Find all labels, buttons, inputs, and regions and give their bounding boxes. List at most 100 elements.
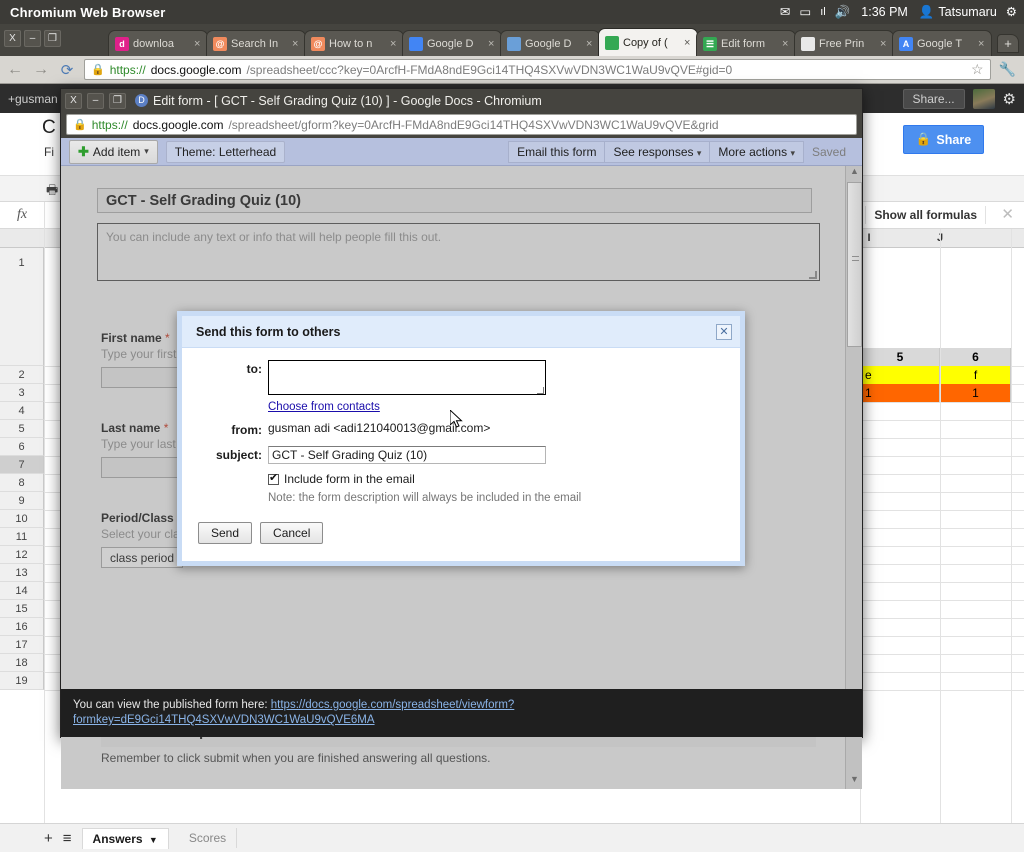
- row-header[interactable]: 11: [0, 528, 44, 546]
- cell[interactable]: 5: [861, 348, 940, 366]
- account-name[interactable]: +gusman: [8, 92, 58, 106]
- tab-close-icon[interactable]: ×: [586, 38, 595, 50]
- include-form-checkbox[interactable]: [268, 471, 279, 485]
- resize-handle[interactable]: [537, 387, 544, 394]
- row-header[interactable]: 4: [0, 402, 44, 420]
- gear-icon[interactable]: ⚙: [1003, 90, 1016, 108]
- bookmark-star-icon[interactable]: ☆: [971, 61, 984, 78]
- share-top-button[interactable]: Share...: [902, 88, 965, 109]
- cell[interactable]: 6: [941, 348, 1011, 366]
- published-form-link-line1[interactable]: https://docs.google.com/spreadsheet/view…: [271, 699, 515, 711]
- wrench-menu-icon[interactable]: 🔧: [999, 61, 1018, 78]
- row-header[interactable]: 5: [0, 420, 44, 438]
- row-header-selected[interactable]: 7: [0, 456, 44, 474]
- chevron-down-icon[interactable]: ▼: [149, 835, 158, 845]
- edit-form-address-bar[interactable]: 🔒 https:// docs.google.com/spreadsheet/gf…: [66, 114, 857, 135]
- browser-tab-8[interactable]: A Google T ×: [892, 30, 992, 56]
- row-header[interactable]: 8: [0, 474, 44, 492]
- row-header[interactable]: 1: [0, 248, 44, 366]
- form-title-field[interactable]: GCT - Self Grading Quiz (10): [97, 188, 812, 213]
- tab-close-icon[interactable]: ×: [390, 38, 399, 50]
- theme-button[interactable]: Theme: Letterhead: [165, 140, 286, 163]
- speaker-icon[interactable]: 🔊: [835, 6, 851, 19]
- tab-close-icon[interactable]: ×: [684, 37, 693, 49]
- more-actions-button[interactable]: More actions ▾: [710, 140, 804, 163]
- row-header[interactable]: 19: [0, 672, 44, 690]
- include-form-checkbox-row[interactable]: Include form in the email: [268, 471, 415, 486]
- tab-close-icon[interactable]: ×: [292, 38, 301, 50]
- browser-tab-2[interactable]: @ How to n ×: [304, 30, 404, 56]
- tab-close-icon[interactable]: ×: [194, 38, 203, 50]
- subject-input[interactable]: GCT - Self Grading Quiz (10): [268, 446, 546, 464]
- show-all-formulas-button[interactable]: Show all formulas: [865, 206, 986, 224]
- avatar[interactable]: [972, 88, 995, 109]
- see-responses-button[interactable]: See responses ▾: [605, 140, 711, 163]
- new-tab-button[interactable]: +: [997, 34, 1019, 53]
- envelope-icon[interactable]: ✉: [780, 6, 790, 19]
- sheet-tab-scores[interactable]: Scores: [179, 828, 238, 848]
- browser-tab-6[interactable]: ☰ Edit form ×: [696, 30, 796, 56]
- row-header[interactable]: 17: [0, 636, 44, 654]
- tab-close-icon[interactable]: ×: [880, 38, 889, 50]
- document-title[interactable]: C: [42, 117, 56, 139]
- signal-bars-icon[interactable]: ıl: [820, 6, 826, 18]
- form-description-field[interactable]: You can include any text or info that wi…: [97, 223, 820, 281]
- minimize-window-button[interactable]: –: [24, 30, 41, 47]
- published-form-link-line2[interactable]: formkey=dE9Gci14THQ4SXVwVDN3WC1WaU9vQVE6…: [73, 714, 375, 726]
- row-header[interactable]: 3: [0, 384, 44, 402]
- edit-form-titlebar[interactable]: X – ❐ D Edit form - [ GCT - Self Grading…: [61, 89, 862, 112]
- add-sheet-icon[interactable]: +: [44, 830, 53, 847]
- to-input[interactable]: [268, 360, 546, 395]
- send-button[interactable]: Send: [198, 522, 253, 544]
- close-icon[interactable]: ✕: [716, 323, 732, 340]
- cell[interactable]: e: [861, 366, 940, 384]
- row-header[interactable]: 18: [0, 654, 44, 672]
- close-window-button[interactable]: X: [65, 92, 82, 109]
- column-header-I[interactable]: I: [862, 229, 876, 248]
- browser-tab-7[interactable]: Free Prin ×: [794, 30, 894, 56]
- restore-window-button[interactable]: ❐: [44, 30, 61, 47]
- tab-close-icon[interactable]: ×: [978, 38, 987, 50]
- cell[interactable]: 1: [941, 384, 1011, 402]
- user-menu[interactable]: 👤 Tatsumaru: [919, 5, 997, 20]
- restore-window-button[interactable]: ❐: [109, 92, 126, 109]
- row-header[interactable]: 12: [0, 546, 44, 564]
- row-header[interactable]: 13: [0, 564, 44, 582]
- menu-bar[interactable]: Fi: [44, 145, 54, 159]
- tab-close-icon[interactable]: ×: [782, 38, 791, 50]
- browser-tab-0[interactable]: d downloa ×: [108, 30, 208, 56]
- forward-icon[interactable]: →: [32, 61, 50, 79]
- class-period-select[interactable]: class period: [101, 547, 184, 568]
- sheet-tab-answers[interactable]: Answers ▼: [81, 827, 169, 849]
- add-item-button[interactable]: ✚ Add item ▾: [69, 139, 158, 164]
- share-button[interactable]: 🔒 Share: [903, 125, 984, 154]
- scroll-up-icon[interactable]: ▲: [846, 166, 862, 181]
- row-header[interactable]: 14: [0, 582, 44, 600]
- battery-icon[interactable]: ▭: [799, 6, 811, 19]
- minimize-window-button[interactable]: –: [87, 92, 104, 109]
- row-header[interactable]: 15: [0, 600, 44, 618]
- scrollbar-thumb[interactable]: [847, 182, 862, 347]
- browser-tab-4[interactable]: Google D ×: [500, 30, 600, 56]
- close-window-button[interactable]: X: [4, 30, 21, 47]
- row-header[interactable]: 16: [0, 618, 44, 636]
- row-header[interactable]: 10: [0, 510, 44, 528]
- close-icon[interactable]: ✕: [1001, 205, 1014, 223]
- clock[interactable]: 1:36 PM: [861, 5, 908, 19]
- email-this-form-button[interactable]: Email this form: [508, 140, 606, 163]
- cell[interactable]: f: [941, 366, 1011, 384]
- browser-tab-5[interactable]: Copy of ( ×: [598, 28, 698, 56]
- row-header[interactable]: 2: [0, 366, 44, 384]
- all-sheets-icon[interactable]: ≡: [63, 830, 72, 847]
- printer-icon[interactable]: 🖶: [46, 181, 58, 203]
- resize-handle[interactable]: [809, 271, 817, 279]
- choose-from-contacts-link[interactable]: Choose from contacts: [268, 401, 380, 413]
- browser-tab-3[interactable]: Google D ×: [402, 30, 502, 56]
- row-header[interactable]: 9: [0, 492, 44, 510]
- gear-icon[interactable]: ⚙: [1006, 6, 1017, 19]
- reload-icon[interactable]: ⟳: [58, 61, 76, 79]
- cancel-button[interactable]: Cancel: [260, 522, 324, 544]
- cell[interactable]: 1: [861, 384, 940, 402]
- scroll-down-icon[interactable]: ▼: [846, 774, 862, 789]
- tab-close-icon[interactable]: ×: [488, 38, 497, 50]
